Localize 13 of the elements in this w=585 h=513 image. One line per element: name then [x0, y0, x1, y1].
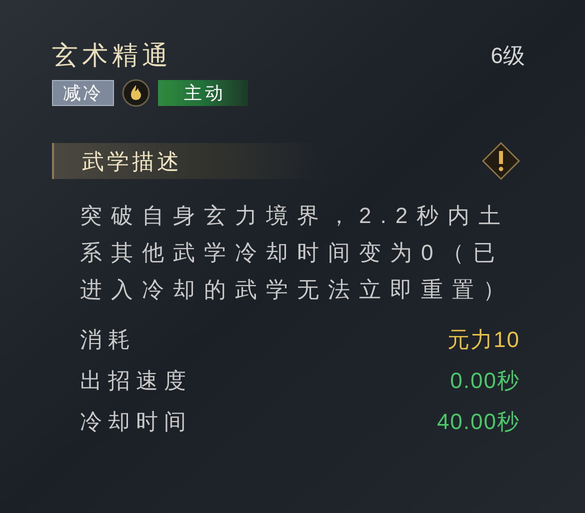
stat-value: 0.00秒 — [450, 367, 520, 395]
flame-icon — [122, 79, 150, 107]
skill-description: 突破自身玄力境界，2.2秒内土系其他武学冷却时间变为0（已进入冷却的武学无法立即重置） — [80, 202, 515, 304]
stat-value: 40.00秒 — [436, 408, 520, 436]
skill-title: 玄术精通 — [52, 39, 172, 72]
skill-level: 6级 — [490, 42, 525, 70]
stat-value: 元力10 — [448, 326, 520, 354]
tag-badge: 减冷 — [52, 80, 114, 106]
stat-label: 出招速度 — [80, 367, 192, 395]
info-icon — [481, 141, 521, 181]
stat-label: 冷却时间 — [80, 408, 192, 436]
active-badge: 主动 — [158, 80, 248, 106]
stat-label: 消耗 — [80, 326, 136, 354]
